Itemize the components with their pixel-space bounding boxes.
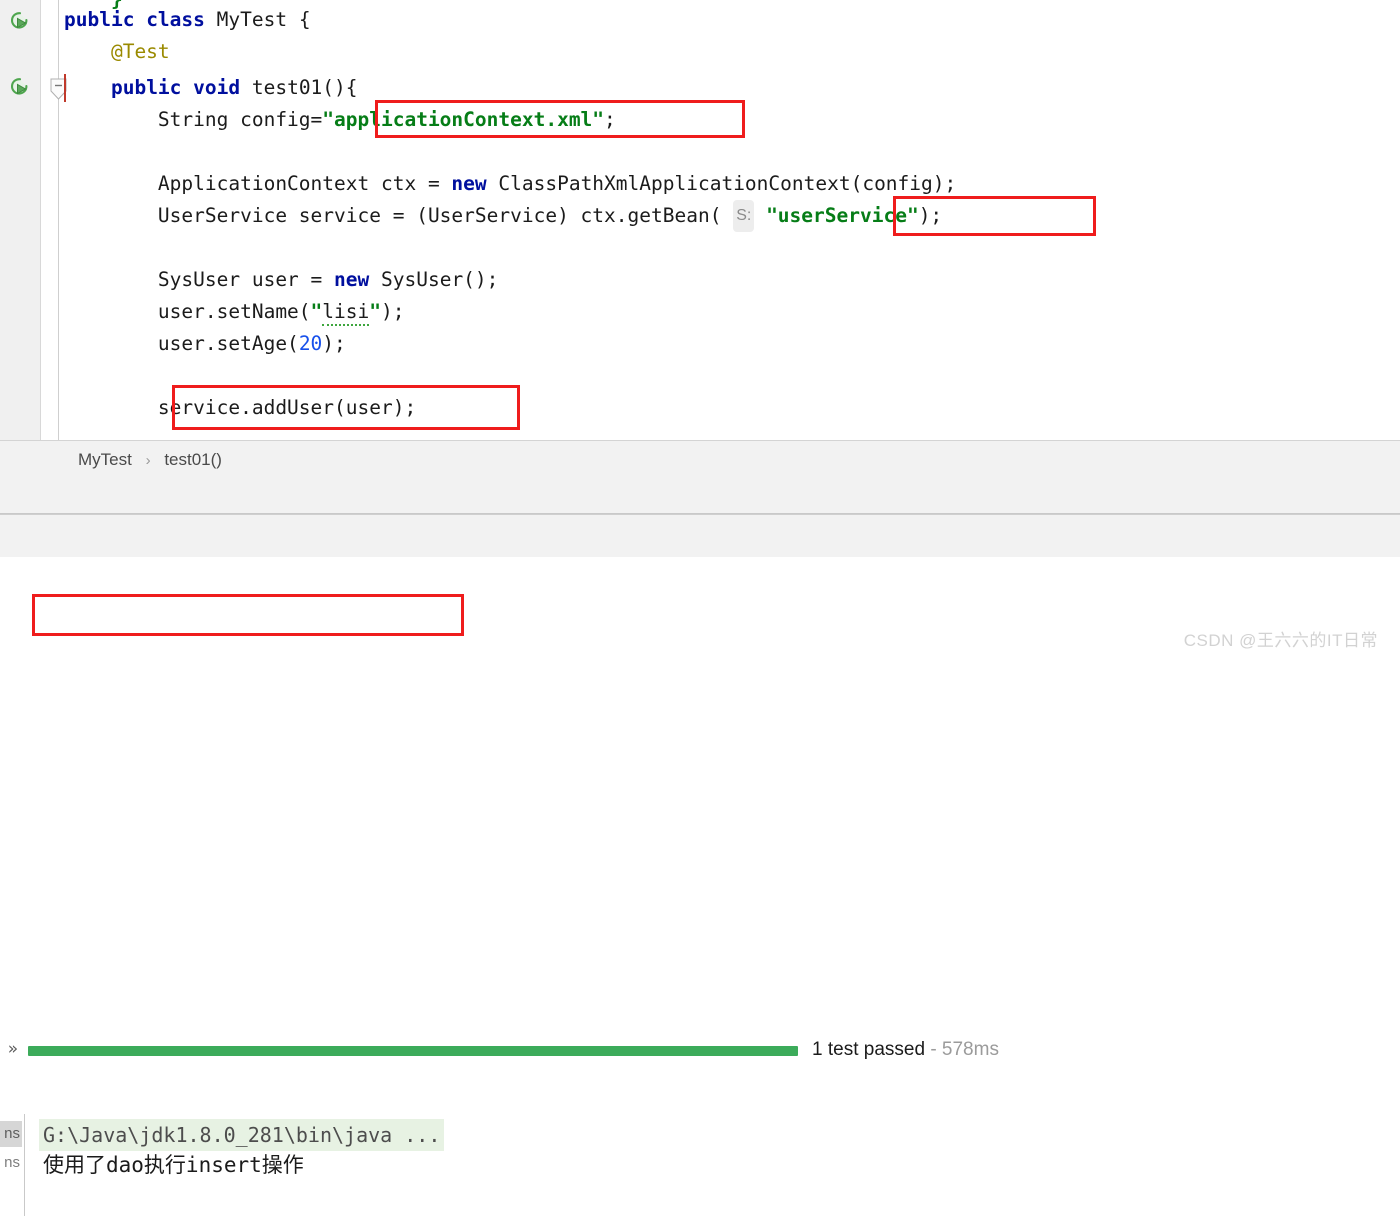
gutter-separator (40, 0, 41, 440)
console-output-line: 使用了dao执行insert操作 (43, 1153, 304, 1177)
inlay-param-hint: S: (733, 200, 755, 232)
code-token: "userService" (766, 204, 919, 227)
breadcrumb-class[interactable]: MyTest (78, 450, 132, 469)
code-token: public (64, 8, 147, 31)
code-token: test01(){ (251, 76, 358, 99)
test-duration: 578ms (941, 1039, 999, 1060)
code-token: ); (918, 204, 943, 227)
code-token: ClassPathXmlApplicationContext(config); (498, 172, 957, 195)
expand-chevrons-icon[interactable]: » (2, 1038, 24, 1060)
code-token: SysUser(); (381, 268, 499, 291)
console-command-line: G:\Java\jdk1.8.0_281\bin\java ... (39, 1119, 445, 1151)
watermark: CSDN @王六六的IT日常 (1183, 631, 1378, 650)
code-token: class (146, 8, 217, 31)
code-token: ; (604, 108, 616, 131)
code-editor[interactable]: }public class MyTest { @Test public void… (0, 0, 1400, 440)
code-folding-rail (58, 0, 59, 440)
code-token: user.setName( (64, 300, 311, 323)
code-token: 20 (298, 332, 323, 355)
code-token: void (193, 76, 252, 99)
toolwindow-strip (0, 481, 1400, 515)
code-line: String config="applicationContext.xml"; (64, 104, 616, 136)
run-test-class-icon[interactable] (6, 8, 32, 34)
code-token: ); (381, 300, 405, 323)
breadcrumb-method[interactable]: test01() (164, 450, 222, 469)
code-token: user.setAge( (64, 332, 299, 355)
test-status-dash: - (930, 1039, 937, 1060)
code-token: MyTest { (216, 8, 311, 31)
code-line: public class MyTest { (64, 4, 311, 36)
console-tab-2[interactable]: ns (0, 1150, 22, 1176)
code-token: new (451, 172, 499, 195)
code-token: ); (322, 332, 346, 355)
ide-window: }public class MyTest { @Test public void… (0, 0, 1400, 1216)
code-line: user.setName("lisi"); (64, 296, 405, 328)
code-line: public void test01(){ (64, 72, 358, 104)
editor-gutter[interactable] (0, 0, 40, 440)
code-token: String config= (64, 108, 323, 131)
test-progress-bar (28, 1046, 798, 1056)
code-line: service.addUser(user); (64, 392, 416, 424)
code-token: " (369, 300, 382, 323)
breadcrumb-separator-icon: › (145, 452, 151, 469)
code-token: SysUser user = (64, 268, 335, 291)
console-output[interactable]: G:\Java\jdk1.8.0_281\bin\java ... 使用了dao… (25, 1114, 1400, 1216)
test-run-bar: » 1 test passed - 578ms (0, 515, 1400, 1060)
code-line: @Test (64, 36, 170, 68)
code-token: public (110, 76, 194, 99)
source-code[interactable]: }public class MyTest { @Test public void… (64, 0, 1400, 440)
code-token: "applicationContext.xml" (322, 108, 605, 131)
test-status-text: 1 test passed (812, 1039, 926, 1060)
code-token: ApplicationContext ctx = (64, 172, 452, 195)
code-line: user.setAge(20); (64, 328, 346, 360)
code-token: service.addUser(user); (64, 396, 417, 419)
text-caret (64, 74, 66, 102)
run-test-method-icon[interactable] (6, 74, 32, 100)
code-line: ApplicationContext ctx = new ClassPathXm… (64, 168, 956, 200)
code-token: UserService service = (UserService) ctx.… (64, 204, 734, 227)
breadcrumb[interactable]: MyTest › test01() (0, 440, 1400, 482)
test-status: 1 test passed - 578ms (812, 1039, 999, 1061)
toolwindow-strip-divider (0, 513, 1400, 514)
code-token: @Test (64, 40, 170, 63)
code-line: SysUser user = new SysUser(); (64, 264, 499, 296)
console-tab-1[interactable]: ns (0, 1121, 22, 1147)
console-side-tabs[interactable]: ns ns (0, 1114, 22, 1216)
code-line: UserService service = (UserService) ctx.… (64, 200, 942, 234)
code-token: lisi (322, 300, 370, 326)
code-token: " (310, 300, 323, 323)
code-token: new (334, 268, 381, 291)
